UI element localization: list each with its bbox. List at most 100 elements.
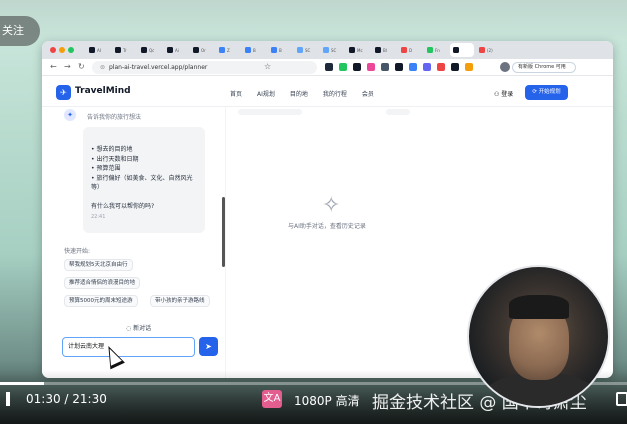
tab-favicon-icon xyxy=(115,47,121,53)
bullet-item: 等） xyxy=(91,184,104,191)
extension-icon[interactable] xyxy=(381,63,389,71)
fullscreen-icon[interactable] xyxy=(616,392,627,406)
extension-icon[interactable] xyxy=(395,63,403,71)
tab-favicon-icon xyxy=(271,47,277,53)
quick-chip-budget[interactable]: 预算5000元的周末短途游 xyxy=(64,295,138,307)
browser-tab[interactable]: AI xyxy=(86,43,110,57)
tab-label: Or xyxy=(201,47,206,53)
tab-favicon-icon xyxy=(245,47,251,53)
tab-label: Mc xyxy=(357,47,363,53)
browser-tab[interactable]: Mc xyxy=(346,43,370,57)
tab-label: Tr xyxy=(123,47,127,53)
nav-item[interactable]: 首页 xyxy=(230,89,242,98)
extension-icon[interactable] xyxy=(437,63,445,71)
extension-icon[interactable] xyxy=(409,63,417,71)
browser-tab[interactable]: B xyxy=(242,43,266,57)
tab-label: Bl xyxy=(383,47,387,53)
browser-tab[interactable]: Tr xyxy=(112,43,136,57)
placeholder-bar xyxy=(238,109,302,115)
address-bar: ← → ↻ ⊜ plan-ai-travel.vercel.app/planner… xyxy=(42,59,613,76)
new-chat-button[interactable]: ◌ 新对话 xyxy=(126,323,151,332)
browser-tabs: AI Tr Qc Ai Or Z B B SC SC Mc Bl D Fn (2) xyxy=(86,43,500,57)
chrome-update-button[interactable]: 有新版 Chrome 可用 xyxy=(512,62,576,73)
forward-icon[interactable]: → xyxy=(64,62,71,71)
browser-tab[interactable]: Z xyxy=(216,43,240,57)
extension-icon[interactable] xyxy=(465,63,473,71)
pause-icon[interactable] xyxy=(6,392,10,406)
tab-favicon-icon xyxy=(479,47,485,53)
tab-favicon-icon xyxy=(141,47,147,53)
main-nav: 首页 AI规划 目的地 我的行程 会员 xyxy=(230,89,374,98)
nav-item[interactable]: AI规划 xyxy=(257,89,275,98)
assistant-sparkle-icon: ✦ xyxy=(64,109,76,121)
bullet-item: • 旅行偏好（如美食、文化、自然风光 xyxy=(91,174,193,182)
close-window-icon[interactable] xyxy=(50,47,56,53)
browser-tab[interactable] xyxy=(450,43,474,57)
tab-favicon-icon xyxy=(219,47,225,53)
nav-item[interactable]: 目的地 xyxy=(290,89,308,98)
bookmark-star-icon[interactable]: ☆ xyxy=(264,62,271,71)
follow-button[interactable]: 关注 xyxy=(0,16,40,46)
reload-icon[interactable]: ↻ xyxy=(78,62,85,71)
browser-tab[interactable]: Bl xyxy=(372,43,396,57)
maximize-window-icon[interactable] xyxy=(68,47,74,53)
subtitle-translate-icon[interactable]: 文A xyxy=(262,390,282,408)
tab-favicon-icon xyxy=(401,47,407,53)
nav-item[interactable]: 我的行程 xyxy=(323,89,347,98)
logo-text[interactable]: TravelMind xyxy=(75,86,131,96)
message-bullets: • 想去的目的地 • 出行天数和日期 • 预算范围 • 旅行偏好（如美食、文化、自然风… xyxy=(91,145,197,193)
login-link[interactable]: ⚇ 登录 xyxy=(494,89,513,98)
browser-tab[interactable]: SC xyxy=(320,43,344,57)
tab-favicon-icon xyxy=(349,47,355,53)
tab-label: B xyxy=(253,47,256,53)
quick-chip-family[interactable]: 带小孩的亲子游路线 xyxy=(150,295,210,307)
tab-favicon-icon xyxy=(375,47,381,53)
app-header: ✈ TravelMind 首页 AI规划 目的地 我的行程 会员 ⚇ 登录 ⟳ 开始规划 xyxy=(42,77,613,107)
minimize-window-icon[interactable] xyxy=(59,47,65,53)
new-chat-label: 新对话 xyxy=(133,325,152,332)
browser-tab[interactable]: (2) xyxy=(476,43,500,57)
extension-icon[interactable] xyxy=(325,63,333,71)
tab-label: Z xyxy=(227,47,230,53)
tab-favicon-icon xyxy=(453,47,459,53)
tab-label: SC xyxy=(305,47,311,53)
extension-icon[interactable] xyxy=(367,63,375,71)
browser-tab[interactable]: Fn xyxy=(424,43,448,57)
url-text: plan-ai-travel.vercel.app/planner xyxy=(109,64,208,71)
message-time: 22:41 xyxy=(91,213,106,220)
bullet-item: • 想去的目的地 xyxy=(91,146,133,153)
browser-tab[interactable]: Ai xyxy=(164,43,188,57)
profile-avatar[interactable] xyxy=(500,62,510,72)
browser-tab[interactable]: D xyxy=(398,43,422,57)
tab-favicon-icon xyxy=(89,47,95,53)
extension-icon[interactable] xyxy=(451,63,459,71)
tab-label: AI xyxy=(97,47,101,53)
video-progress-fill xyxy=(0,382,44,385)
extension-icon[interactable] xyxy=(339,63,347,71)
send-icon[interactable]: ➤ xyxy=(199,337,218,356)
bullet-item: • 出行天数和日期 xyxy=(91,155,139,163)
start-planning-button[interactable]: ⟳ 开始规划 xyxy=(525,85,568,100)
tab-label: B xyxy=(279,47,282,53)
quick-chip-beijing[interactable]: 帮我规划5天北京自由行 xyxy=(64,259,133,271)
bullet-item: • 预算范围 xyxy=(91,165,121,172)
site-info-icon[interactable]: ⊜ xyxy=(100,64,105,71)
extension-icon[interactable] xyxy=(423,63,431,71)
nav-item[interactable]: 会员 xyxy=(362,89,374,98)
quick-chip-romantic[interactable]: 推荐适合情侣的浪漫目的地 xyxy=(64,277,141,289)
back-icon[interactable]: ← xyxy=(50,62,57,71)
message-question: 有什么我可以帮你的吗? xyxy=(91,202,155,210)
browser-tab[interactable]: SC xyxy=(294,43,318,57)
extension-icon[interactable] xyxy=(353,63,361,71)
login-label: 登录 xyxy=(501,91,514,98)
quality-selector[interactable]: 1080P 高清 xyxy=(294,392,360,409)
chat-input[interactable]: 计划云南大理 xyxy=(62,337,195,357)
browser-tab[interactable]: B xyxy=(268,43,292,57)
tab-label: SC xyxy=(331,47,337,53)
browser-tab[interactable]: Qc xyxy=(138,43,162,57)
logo-plane-icon: ✈ xyxy=(56,85,71,100)
url-field[interactable]: ⊜ plan-ai-travel.vercel.app/planner xyxy=(92,61,317,74)
start-planning-label: 开始规划 xyxy=(538,89,561,95)
browser-tab[interactable]: Or xyxy=(190,43,214,57)
tab-favicon-icon xyxy=(297,47,303,53)
